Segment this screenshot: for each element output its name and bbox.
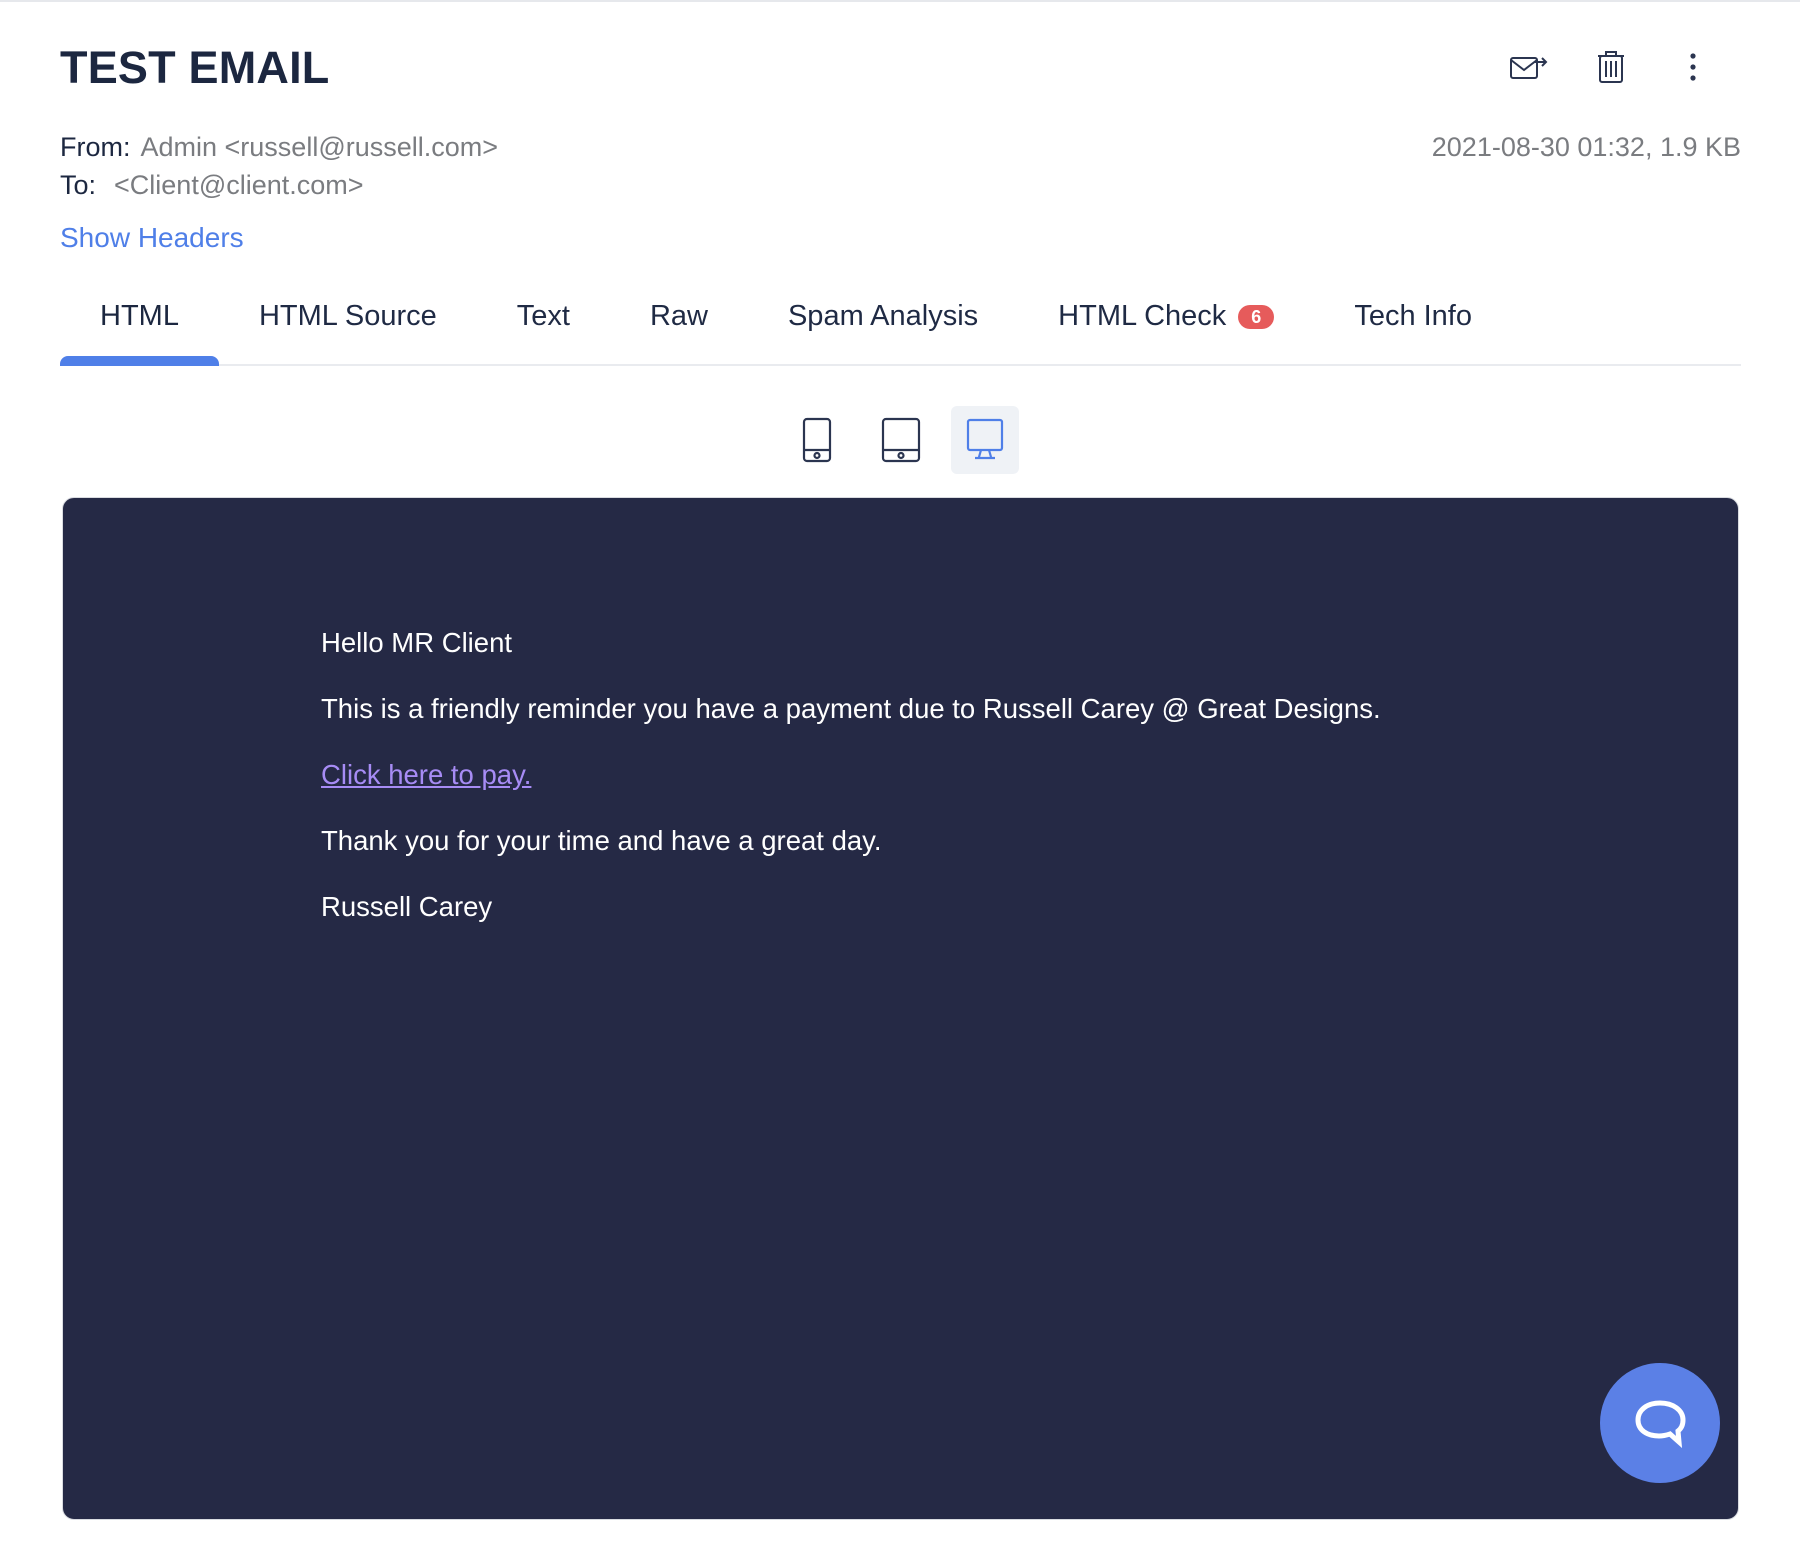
email-meta: From: Admin <russell@russell.com> To: <C… [60,128,498,204]
email-body: Hello MR Client This is a friendly remin… [321,625,1381,955]
tab-label: Spam Analysis [787,300,979,332]
chat-button[interactable] [1600,1363,1720,1483]
tab-html[interactable]: HTML [60,284,219,366]
email-preview: Hello MR Client This is a friendly remin… [62,497,1739,1520]
delete-button[interactable] [1588,44,1634,90]
top-border [0,0,1800,2]
tab-text[interactable]: Text [477,284,610,364]
from-label: From: [60,132,131,162]
tab-html-source[interactable]: HTML Source [219,284,477,364]
to-value: <Client@client.com> [114,170,364,200]
chat-bubble-icon [1635,1400,1686,1448]
to-label: To: [60,170,97,200]
tab-label: HTML Check [1058,300,1227,332]
tab-label: Tech Info [1354,300,1472,332]
tab-raw[interactable]: Raw [610,284,748,364]
pay-link[interactable]: Click here to pay. [321,759,531,790]
tablet-view-button[interactable] [867,406,935,474]
tab-label: HTML Source [258,300,437,332]
desktop-view-button[interactable] [951,406,1019,474]
tab-label: Text [516,300,570,332]
mobile-icon [802,417,832,463]
from-value: Admin <russell@russell.com> [140,132,499,162]
thanks-text: Thank you for your time and have a great… [321,825,882,856]
tab-spam-analysis[interactable]: Spam Analysis [748,284,1018,364]
email-actions [1506,44,1716,90]
html-check-badge: 6 [1238,305,1275,329]
tab-label: Raw [649,300,708,332]
to-row: To: <Client@client.com> [60,166,498,204]
tab-html-check[interactable]: HTML Check 6 [1018,284,1314,364]
tablet-icon [881,417,921,463]
greeting-text: Hello MR Client [321,627,513,658]
forward-email-icon [1510,57,1548,79]
more-options-button[interactable] [1670,44,1716,90]
tab-label: HTML [100,300,179,332]
forward-email-button[interactable] [1506,44,1552,90]
trash-icon [1598,51,1624,83]
device-switcher [783,406,1019,474]
date-size: 2021-08-30 01:32, 1.9 KB [1431,132,1741,162]
tab-tech-info[interactable]: Tech Info [1314,284,1512,364]
signature-text: Russell Carey [321,891,493,922]
reminder-text: This is a friendly reminder you have a p… [321,693,1381,724]
show-headers-link[interactable]: Show Headers [60,222,244,254]
view-tabs: HTML HTML Source Text Raw Spam Analysis … [60,284,1741,366]
email-subject: TEST EMAIL [60,42,330,93]
mobile-view-button[interactable] [783,406,851,474]
desktop-icon [966,418,1004,460]
from-row: From: Admin <russell@russell.com> [60,128,498,166]
more-vertical-icon [1690,53,1696,81]
